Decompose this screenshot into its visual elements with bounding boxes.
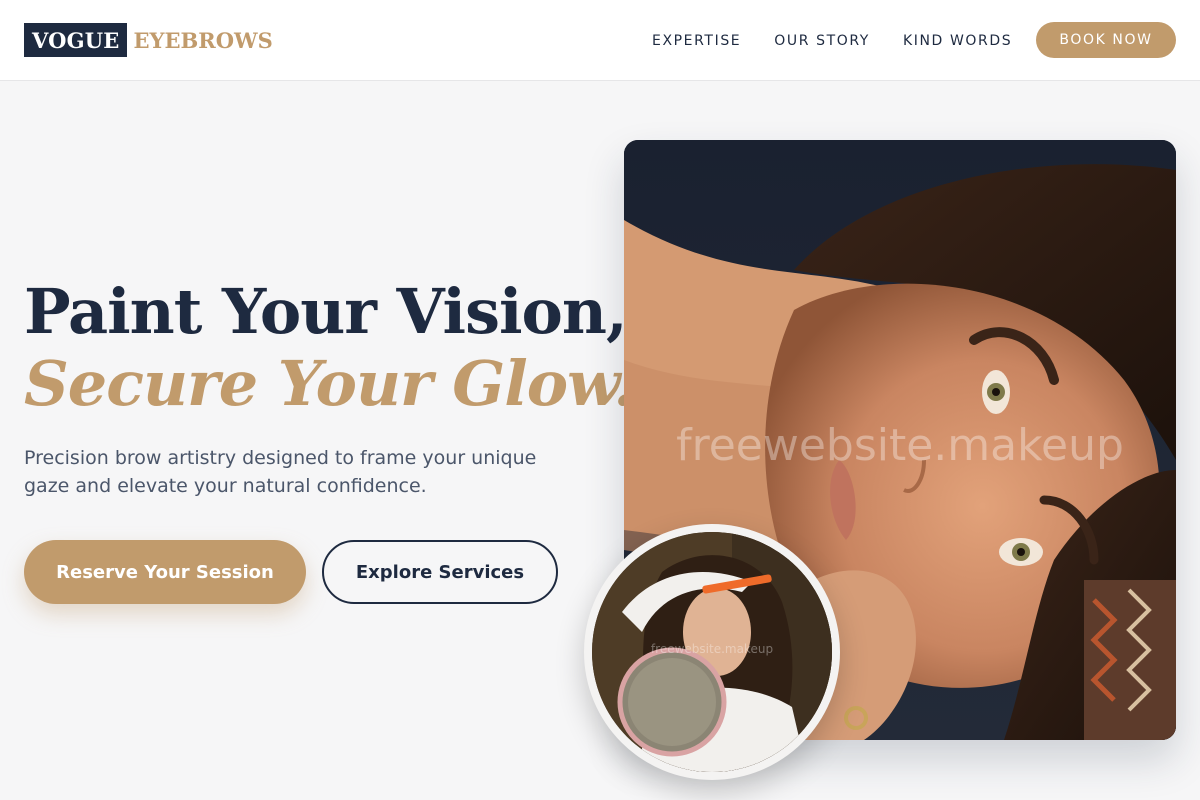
main-nav: EXPERTISE OUR STORY KIND WORDS bbox=[652, 0, 1045, 81]
hero-title-line1: Paint Your Vision, bbox=[24, 275, 628, 348]
logo-primary-text: VOGUE bbox=[24, 23, 128, 57]
nav-link-expertise[interactable]: EXPERTISE bbox=[652, 33, 741, 49]
hero-description: Precision brow artistry designed to fram… bbox=[24, 447, 537, 497]
brand-logo[interactable]: VOGUE EYEBROWS bbox=[24, 23, 273, 57]
nav-link-our-story[interactable]: OUR STORY bbox=[774, 33, 870, 49]
inset-photo: freewebsite.makeup bbox=[592, 532, 832, 772]
hero-title: Paint Your Vision, Secure Your Glow. bbox=[24, 275, 635, 420]
logo-accent-text: EYEBROWS bbox=[133, 27, 273, 53]
hero-title-line2: Secure Your Glow. bbox=[24, 347, 635, 420]
book-now-button[interactable]: BOOK NOW bbox=[1036, 22, 1176, 58]
reserve-session-button[interactable]: Reserve Your Session bbox=[24, 540, 306, 604]
brow-shaping-illustration bbox=[592, 532, 832, 772]
site-header: VOGUE EYEBROWS EXPERTISE OUR STORY KIND … bbox=[0, 0, 1200, 81]
nav-link-kind-words[interactable]: KIND WORDS bbox=[903, 33, 1012, 49]
explore-services-button[interactable]: Explore Services bbox=[322, 540, 558, 604]
inset-photo-frame: freewebsite.makeup bbox=[584, 524, 840, 780]
